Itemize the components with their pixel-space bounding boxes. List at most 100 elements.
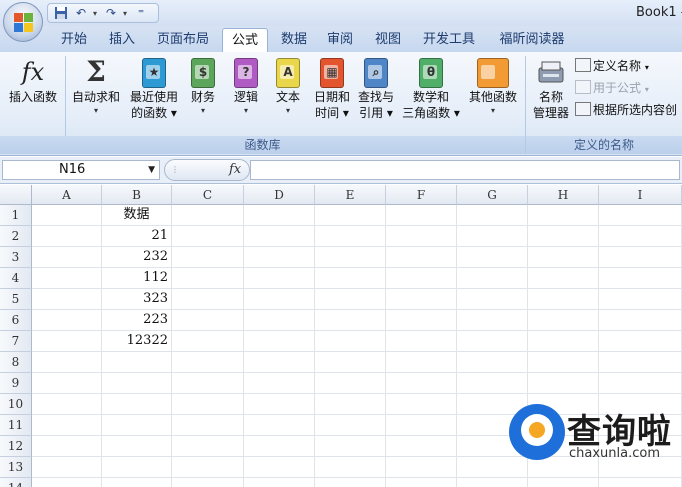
- cell-b12[interactable]: [102, 436, 172, 457]
- tab-insert[interactable]: 插入: [100, 28, 144, 52]
- cell-a1[interactable]: [32, 205, 102, 226]
- cell-a2[interactable]: [32, 226, 102, 247]
- cell-d2[interactable]: [244, 226, 315, 247]
- cell-e5[interactable]: [315, 289, 386, 310]
- lookup-reference-button[interactable]: ⌕ 查找与 引用 ▾: [354, 56, 398, 120]
- cell-e8[interactable]: [315, 352, 386, 373]
- cell-b11[interactable]: [102, 415, 172, 436]
- customize-qat-icon[interactable]: ⁼: [133, 5, 149, 21]
- cell-h7[interactable]: [528, 331, 599, 352]
- cell-a14[interactable]: [32, 478, 102, 487]
- cell-f2[interactable]: [386, 226, 457, 247]
- column-header-h[interactable]: H: [528, 185, 599, 205]
- row-header-1[interactable]: 1: [0, 205, 32, 226]
- recently-used-button[interactable]: ★ 最近使用 的函数 ▾: [126, 56, 182, 120]
- cell-a5[interactable]: [32, 289, 102, 310]
- insert-function-icon[interactable]: fx: [229, 162, 241, 177]
- cell-c5[interactable]: [172, 289, 244, 310]
- tab-page-layout[interactable]: 页面布局: [148, 28, 218, 52]
- row-header-9[interactable]: 9: [0, 373, 32, 394]
- cell-i5[interactable]: [599, 289, 682, 310]
- row-header-2[interactable]: 2: [0, 226, 32, 247]
- cell-c11[interactable]: [172, 415, 244, 436]
- redo-icon[interactable]: ↷: [103, 5, 119, 21]
- cell-h9[interactable]: [528, 373, 599, 394]
- cell-e4[interactable]: [315, 268, 386, 289]
- cell-i7[interactable]: [599, 331, 682, 352]
- cell-a10[interactable]: [32, 394, 102, 415]
- cell-f1[interactable]: [386, 205, 457, 226]
- redo-dropdown-icon[interactable]: ▾: [123, 9, 129, 18]
- cell-g9[interactable]: [457, 373, 528, 394]
- cell-g6[interactable]: [457, 310, 528, 331]
- cell-b10[interactable]: [102, 394, 172, 415]
- column-header-c[interactable]: C: [172, 185, 244, 205]
- cell-f6[interactable]: [386, 310, 457, 331]
- cell-i9[interactable]: [599, 373, 682, 394]
- row-header-13[interactable]: 13: [0, 457, 32, 478]
- cell-a12[interactable]: [32, 436, 102, 457]
- cell-b6[interactable]: 223: [102, 310, 172, 331]
- tab-foxit-reader[interactable]: 福昕阅读器: [490, 28, 574, 52]
- cell-f7[interactable]: [386, 331, 457, 352]
- resize-handle-icon[interactable]: ⋮: [171, 165, 179, 174]
- column-header-b[interactable]: B: [102, 185, 172, 205]
- row-header-11[interactable]: 11: [0, 415, 32, 436]
- cell-d5[interactable]: [244, 289, 315, 310]
- cell-h3[interactable]: [528, 247, 599, 268]
- cell-d11[interactable]: [244, 415, 315, 436]
- insert-function-button[interactable]: fx 插入函数: [4, 56, 62, 106]
- row-header-14[interactable]: 14: [0, 478, 32, 487]
- cell-h5[interactable]: [528, 289, 599, 310]
- column-header-e[interactable]: E: [315, 185, 386, 205]
- cell-c13[interactable]: [172, 457, 244, 478]
- chevron-down-icon[interactable]: ▼: [148, 161, 155, 179]
- cell-h2[interactable]: [528, 226, 599, 247]
- cell-b3[interactable]: 232: [102, 247, 172, 268]
- cell-e6[interactable]: [315, 310, 386, 331]
- office-button[interactable]: [3, 2, 43, 42]
- cell-a9[interactable]: [32, 373, 102, 394]
- more-functions-button[interactable]: 其他函数 ▾: [464, 56, 522, 116]
- row-header-10[interactable]: 10: [0, 394, 32, 415]
- logical-button[interactable]: ? 逻辑 ▾: [228, 56, 264, 116]
- select-all-corner[interactable]: [0, 185, 32, 205]
- tab-review[interactable]: 审阅: [320, 28, 360, 52]
- cell-g8[interactable]: [457, 352, 528, 373]
- cell-g7[interactable]: [457, 331, 528, 352]
- cell-c12[interactable]: [172, 436, 244, 457]
- tab-developer[interactable]: 开发工具: [414, 28, 484, 52]
- row-header-4[interactable]: 4: [0, 268, 32, 289]
- cell-e7[interactable]: [315, 331, 386, 352]
- cell-f11[interactable]: [386, 415, 457, 436]
- cell-e12[interactable]: [315, 436, 386, 457]
- cell-d10[interactable]: [244, 394, 315, 415]
- cell-d13[interactable]: [244, 457, 315, 478]
- cell-d1[interactable]: [244, 205, 315, 226]
- cell-a4[interactable]: [32, 268, 102, 289]
- row-header-12[interactable]: 12: [0, 436, 32, 457]
- cell-e11[interactable]: [315, 415, 386, 436]
- tab-formulas[interactable]: 公式: [222, 28, 268, 52]
- formula-input[interactable]: [250, 160, 680, 180]
- cell-d7[interactable]: [244, 331, 315, 352]
- save-icon[interactable]: [53, 5, 69, 21]
- cell-e9[interactable]: [315, 373, 386, 394]
- create-from-selection-button[interactable]: 根据所选内容创: [575, 100, 677, 120]
- cell-c6[interactable]: [172, 310, 244, 331]
- cell-b9[interactable]: [102, 373, 172, 394]
- cell-e10[interactable]: [315, 394, 386, 415]
- undo-icon[interactable]: ↶: [73, 5, 89, 21]
- row-header-7[interactable]: 7: [0, 331, 32, 352]
- define-name-button[interactable]: 定义名称 ▾: [575, 56, 649, 76]
- cell-i8[interactable]: [599, 352, 682, 373]
- cell-d6[interactable]: [244, 310, 315, 331]
- cell-b2[interactable]: 21: [102, 226, 172, 247]
- cell-e3[interactable]: [315, 247, 386, 268]
- cell-g4[interactable]: [457, 268, 528, 289]
- column-header-i[interactable]: I: [599, 185, 682, 205]
- cell-f12[interactable]: [386, 436, 457, 457]
- cell-h4[interactable]: [528, 268, 599, 289]
- cell-a3[interactable]: [32, 247, 102, 268]
- row-header-3[interactable]: 3: [0, 247, 32, 268]
